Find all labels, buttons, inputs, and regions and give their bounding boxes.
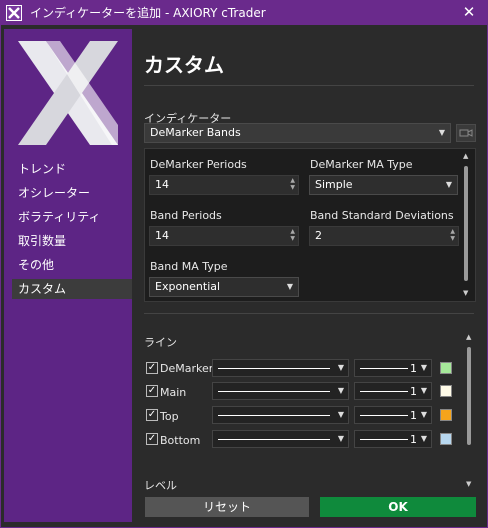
- line-name: Main: [160, 386, 187, 399]
- sidebar: トレンド オシレーター ボラティリティ 取引数量 その他 カスタム: [4, 29, 132, 522]
- levels-label: レベル: [144, 479, 177, 492]
- sidebar-item-volatility[interactable]: ボラティリティ: [12, 207, 132, 227]
- line-color-swatch[interactable]: [440, 362, 452, 374]
- lines-label: ライン: [144, 336, 177, 349]
- demarker-ma-type-label: DeMarker MA Type: [310, 158, 413, 171]
- close-icon[interactable]: ✕: [460, 3, 478, 21]
- band-ma-type-label: Band MA Type: [150, 260, 228, 273]
- axiory-logo: [18, 41, 118, 145]
- scroll-up-icon[interactable]: ▲: [463, 152, 468, 160]
- line-thickness-select[interactable]: 1 ▼: [354, 359, 432, 377]
- top-checkbox[interactable]: ✓: [146, 409, 158, 421]
- indicator-select[interactable]: DeMarker Bands ▼: [144, 123, 451, 143]
- band-std-dev-label: Band Standard Deviations: [310, 209, 454, 222]
- sidebar-item-oscillator[interactable]: オシレーター: [12, 183, 132, 203]
- title-bar: インディケーターを追加 - AXIORY cTrader ✕: [0, 0, 488, 25]
- band-periods-input[interactable]: 14 ▲ ▼: [149, 226, 299, 246]
- line-style-select[interactable]: ▼: [212, 430, 349, 448]
- spinner-icon[interactable]: ▲ ▼: [290, 228, 295, 242]
- band-ma-type-select[interactable]: Exponential ▼: [149, 277, 299, 297]
- band-periods-label: Band Periods: [150, 209, 222, 222]
- sidebar-item-custom[interactable]: カスタム: [12, 279, 132, 299]
- divider: [144, 85, 474, 86]
- chevron-down-icon: ▼: [286, 282, 293, 291]
- line-color-swatch[interactable]: [440, 409, 452, 421]
- demarker-periods-label: DeMarker Periods: [150, 158, 247, 171]
- line-color-swatch[interactable]: [440, 433, 452, 445]
- line-name: Top: [160, 410, 179, 423]
- line-thickness-select[interactable]: 1 ▼: [354, 382, 432, 400]
- line-thickness-select[interactable]: 1 ▼: [354, 406, 432, 424]
- scroll-down-icon[interactable]: ▼: [463, 289, 468, 297]
- demarker-periods-input[interactable]: 14 ▲ ▼: [149, 175, 299, 195]
- sidebar-item-volume[interactable]: 取引数量: [12, 231, 132, 251]
- page-title: カスタム: [144, 53, 224, 77]
- demarker-checkbox[interactable]: ✓: [146, 362, 158, 374]
- params-scrollbar[interactable]: [464, 166, 468, 281]
- chevron-down-icon: ▼: [445, 180, 452, 189]
- divider: [144, 313, 474, 314]
- line-thickness-select[interactable]: 1 ▼: [354, 430, 432, 448]
- sidebar-item-trend[interactable]: トレンド: [12, 159, 132, 179]
- scroll-down-icon[interactable]: ▼: [466, 480, 471, 488]
- chevron-down-icon: ▼: [438, 128, 445, 137]
- window-title: インディケーターを追加 - AXIORY cTrader: [30, 6, 266, 20]
- scroll-up-icon[interactable]: ▲: [466, 333, 471, 341]
- bottom-checkbox[interactable]: ✓: [146, 433, 158, 445]
- main-checkbox[interactable]: ✓: [146, 385, 158, 397]
- app-icon: [6, 4, 22, 21]
- parameters-panel: DeMarker Periods 14 ▲ ▼ DeMarker MA Type S…: [144, 148, 476, 302]
- line-style-select[interactable]: ▼: [212, 359, 349, 377]
- line-name: DeMarker: [160, 362, 214, 375]
- ok-button[interactable]: OK: [320, 497, 476, 517]
- main-panel: カスタム インディケーター DeMarker Bands ▼ DeMarker P…: [140, 29, 482, 495]
- video-icon[interactable]: [456, 124, 476, 142]
- line-name: Bottom: [160, 434, 201, 447]
- line-color-swatch[interactable]: [440, 385, 452, 397]
- demarker-ma-type-select[interactable]: Simple ▼: [309, 175, 458, 195]
- sidebar-item-other[interactable]: その他: [12, 255, 132, 275]
- line-style-select[interactable]: ▼: [212, 406, 349, 424]
- line-style-select[interactable]: ▼: [212, 382, 349, 400]
- spinner-icon[interactable]: ▲ ▼: [450, 228, 455, 242]
- lines-scrollbar[interactable]: [467, 347, 471, 445]
- reset-button[interactable]: リセット: [145, 497, 309, 517]
- spinner-icon[interactable]: ▲ ▼: [290, 177, 295, 191]
- band-std-dev-input[interactable]: 2 ▲ ▼: [309, 226, 459, 246]
